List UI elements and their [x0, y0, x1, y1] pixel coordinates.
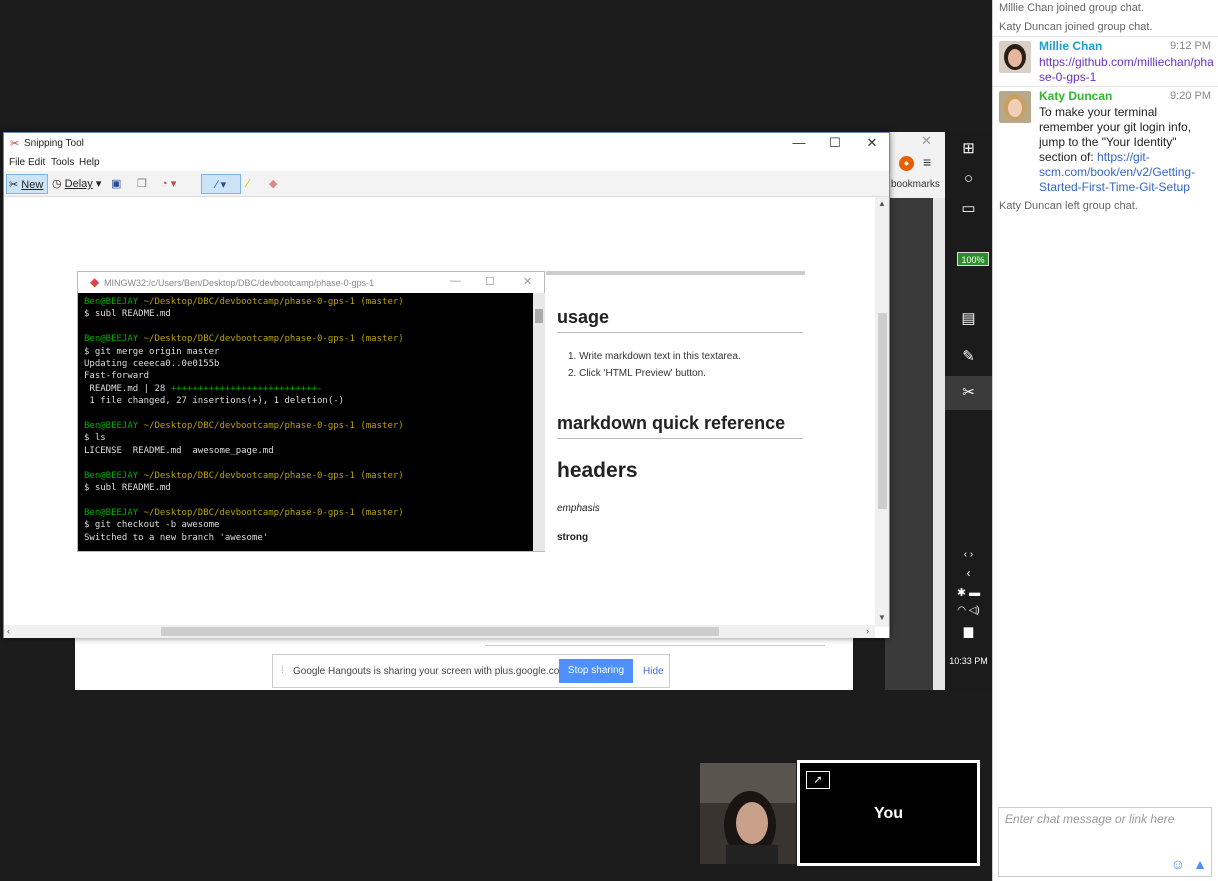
firefox-icon[interactable]: ●	[899, 156, 914, 171]
task-view-icon[interactable]: ▭	[945, 192, 992, 226]
snipping-tool-window: ✂ Snipping Tool — ☐ ✕ File Edit Tools He…	[3, 132, 890, 638]
menu-help[interactable]: Help	[79, 157, 100, 168]
avatar	[999, 91, 1031, 123]
maximize-button[interactable]: ☐	[818, 133, 852, 153]
markdown-preview: usage 1. Write markdown text in this tex…	[546, 271, 805, 552]
menu-edit[interactable]: Edit	[28, 157, 45, 168]
notification-icon[interactable]: ▆	[945, 614, 992, 648]
scroll-right-icon[interactable]: ›	[866, 626, 869, 636]
list-item: 1. Write markdown text in this textarea.	[568, 351, 741, 362]
scroll-up-icon[interactable]: ▲	[878, 199, 886, 208]
participant-video[interactable]	[700, 763, 796, 864]
close-button[interactable]: ✕	[855, 133, 889, 153]
message-link[interactable]: https://github.com/milliechan/phase-0-gp…	[1039, 55, 1214, 84]
bookmarks-button[interactable]: bookmarks	[891, 179, 940, 190]
self-video-tile[interactable]: ➚ You	[797, 760, 980, 866]
horizontal-scroll-thumb[interactable]	[161, 627, 719, 636]
emoji-icon[interactable]: ☺	[1171, 856, 1185, 872]
scissors-icon: ✂	[9, 179, 19, 191]
emphasis-text: emphasis	[557, 503, 600, 514]
system-message: Katy Duncan joined group chat.	[999, 21, 1153, 33]
new-snip-button[interactable]: ✂ New	[6, 174, 48, 194]
chat-panel: Millie Chan joined group chat. Katy Dunc…	[992, 0, 1218, 881]
taskbar-clock[interactable]: 10:33 PM	[945, 656, 992, 666]
heading-quick-reference: markdown quick reference	[557, 413, 786, 433]
clock-icon: ◷	[52, 178, 62, 190]
eraser-icon[interactable]: ◆	[269, 174, 277, 194]
scissors-icon: ✂	[10, 138, 20, 150]
participant-image	[700, 763, 796, 864]
browser-scrollbar[interactable]	[933, 198, 945, 690]
copy-icon[interactable]: ❐	[137, 174, 147, 194]
chat-input[interactable]: Enter chat message or link here ☺ ▲	[998, 807, 1212, 877]
send-snip-icon[interactable]: ◔ ▾	[161, 174, 176, 194]
background-browser: ✕ ● ≡ bookmarks	[885, 132, 945, 690]
highlighter-icon[interactable]: ∕	[247, 174, 249, 194]
sender-name: Katy Duncan	[1039, 89, 1113, 103]
terminal-minimize-icon: —	[450, 275, 461, 287]
menu-bar: File Edit Tools Help	[4, 153, 889, 171]
menu-tools[interactable]: Tools	[51, 157, 74, 168]
chat-message: Katy Duncan 9:20 PM To make your termina…	[993, 86, 1218, 198]
pen-tool-icon[interactable]: ∕ ▾	[201, 174, 241, 194]
chat-message: Millie Chan 9:12 PM https://github.com/m…	[993, 36, 1218, 86]
heading-usage: usage	[557, 307, 610, 327]
delay-button[interactable]: ◷ Delay ▾	[52, 174, 101, 194]
shared-screen: ✕ ● ≡ bookmarks ⊞ ○ ▭ 100% ▤ ✎ ✂ ‹ › ‹ ✱…	[0, 0, 992, 690]
windows-start-icon[interactable]: ⊞	[945, 132, 992, 166]
taskbar: ⊞ ○ ▭ 100% ▤ ✎ ✂ ‹ › ‹ ✱ ▬ ◠ ◁) ▆ 10:33 …	[945, 132, 992, 690]
git-icon: ◆	[90, 275, 100, 289]
hamburger-menu-icon[interactable]: ≡	[923, 154, 931, 170]
terminal-maximize-icon: ☐	[485, 276, 495, 288]
system-message: Katy Duncan left group chat.	[999, 200, 1138, 212]
scroll-left-icon[interactable]: ‹	[7, 626, 10, 636]
terminal-window: ◆ MINGW32:/c/Users/Ben/Desktop/DBC/devbo…	[77, 271, 545, 552]
present-screen-icon: ➚	[806, 771, 830, 789]
system-message: Millie Chan joined group chat.	[999, 2, 1144, 14]
snipping-tool-titlebar[interactable]: ✂ Snipping Tool — ☐ ✕	[4, 133, 889, 153]
terminal-titlebar: ◆ MINGW32:/c/Users/Ben/Desktop/DBC/devbo…	[78, 272, 544, 293]
vertical-scrollbar[interactable]: ▲ ▼	[875, 197, 889, 627]
paint-icon[interactable]: ✎	[945, 340, 992, 374]
toolbar: ✂ New ◷ Delay ▾ ▣ ❐ ◔ ▾ ∕ ▾ ∕ ◆	[4, 171, 889, 197]
battery-indicator: 100%	[957, 252, 989, 266]
close-icon[interactable]: ✕	[921, 133, 932, 149]
minimize-button[interactable]: —	[782, 133, 816, 153]
avatar	[999, 41, 1031, 73]
snip-canvas: ◆ MINGW32:/c/Users/Ben/Desktop/DBC/devbo…	[4, 197, 889, 638]
list-item: 2. Click 'HTML Preview' button.	[568, 368, 706, 379]
message-time: 9:12 PM	[1170, 40, 1211, 52]
menu-file[interactable]: File	[9, 157, 25, 168]
stop-sharing-button[interactable]: Stop sharing	[559, 659, 633, 683]
sharing-message: Google Hangouts is sharing your screen w…	[293, 666, 571, 677]
strong-text: strong	[557, 532, 589, 543]
message-time: 9:20 PM	[1170, 90, 1211, 102]
terminal-output: Ben@BEEJAY ~/Desktop/DBC/devbootcamp/pha…	[84, 297, 404, 543]
horizontal-scrollbar[interactable]: ‹ ›	[4, 625, 875, 638]
screen-share-bar: ⁞ Google Hangouts is sharing your screen…	[272, 654, 670, 688]
vertical-scroll-thumb[interactable]	[878, 313, 887, 509]
drag-handle-icon[interactable]: ⁞	[281, 665, 284, 676]
heading-headers: headers	[557, 459, 638, 482]
app-icon-1[interactable]: ▤	[945, 302, 992, 336]
save-icon[interactable]: ▣	[111, 174, 121, 194]
hide-button[interactable]: Hide	[643, 666, 664, 677]
terminal-close-icon: ✕	[523, 276, 533, 288]
snipping-tool-taskbar-icon[interactable]: ✂	[945, 376, 992, 410]
search-circle-icon[interactable]: ○	[945, 162, 992, 196]
terminal-scrollbar	[533, 293, 545, 551]
scroll-down-icon[interactable]: ▼	[878, 613, 886, 622]
chat-input-placeholder: Enter chat message or link here	[1005, 812, 1175, 826]
you-label: You	[873, 805, 904, 822]
google-drive-icon[interactable]: ▲	[1193, 856, 1207, 872]
window-title: Snipping Tool	[24, 138, 84, 149]
sender-name: Millie Chan	[1039, 39, 1103, 53]
